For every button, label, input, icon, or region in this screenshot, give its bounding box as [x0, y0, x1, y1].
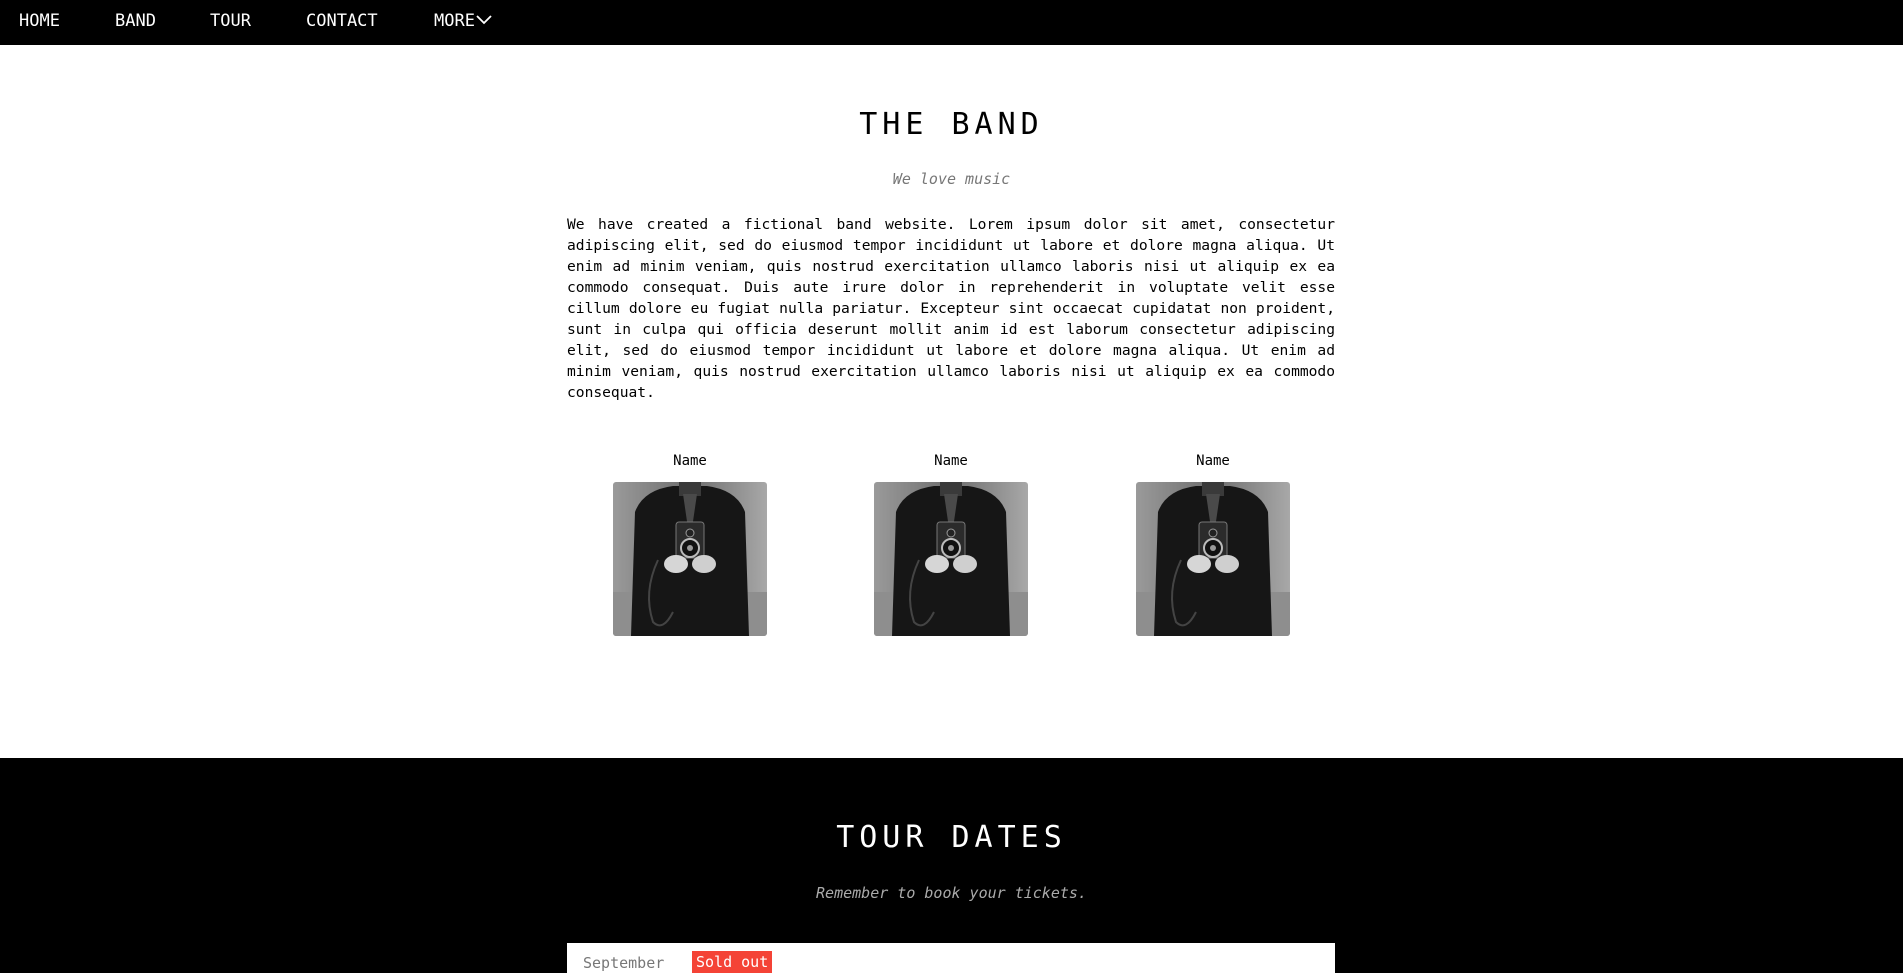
- nav-more-label: MORE: [434, 11, 475, 31]
- top-navbar: HOME BAND TOUR CONTACT MORE: [0, 0, 1903, 45]
- band-member-card: Name: [874, 451, 1028, 636]
- nav-more-dropdown[interactable]: MORE: [434, 0, 492, 45]
- nav-contact-link[interactable]: CONTACT: [306, 0, 378, 45]
- band-member-card: Name: [1136, 451, 1290, 636]
- band-member-card: Name: [613, 451, 767, 636]
- tour-subtitle: Remember to book your tickets.: [816, 884, 1087, 902]
- member-name: Name: [673, 453, 707, 469]
- band-description: We have created a fictional band website…: [567, 216, 1335, 401]
- camera-person-image: [1136, 482, 1290, 636]
- nav-band-link[interactable]: BAND: [115, 0, 156, 45]
- member-name: Name: [934, 453, 968, 469]
- nav-home-link[interactable]: HOME: [19, 0, 60, 45]
- member-photo[interactable]: [874, 482, 1028, 636]
- band-title: THE BAND: [859, 107, 1044, 142]
- tour-dates-list: September Sold out: [567, 943, 1335, 973]
- tour-section: TOUR DATES Remember to book your tickets…: [0, 758, 1903, 973]
- band-subtitle: We love music: [892, 170, 1011, 188]
- band-section: THE BAND We love music We have created a…: [0, 45, 1903, 758]
- camera-person-image: [874, 482, 1028, 636]
- chevron-down-icon: [476, 14, 492, 24]
- nav-tour-link[interactable]: TOUR: [210, 0, 251, 45]
- sold-out-badge: Sold out: [692, 951, 773, 973]
- member-name: Name: [1196, 453, 1230, 469]
- member-photo[interactable]: [1136, 482, 1290, 636]
- member-photo[interactable]: [613, 482, 767, 636]
- tour-title: TOUR DATES: [836, 820, 1067, 855]
- tour-month: September: [583, 954, 665, 972]
- camera-person-image: [613, 482, 767, 636]
